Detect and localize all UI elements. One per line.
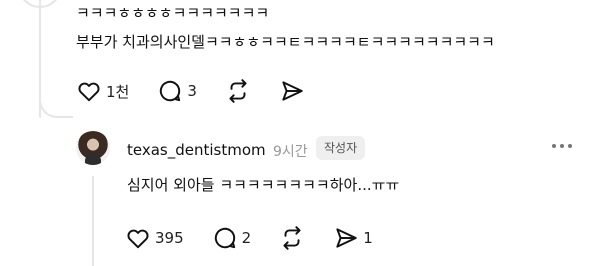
post-text-line-2: 부부가 치과의사인델ㅋㅋㅎㅎㅋㅋㅌㅋㅋㅋㅋㅌㅋㅋㅋㅋㅋㅋㅋㅋㅋ xyxy=(76,33,495,51)
send-icon xyxy=(333,225,359,251)
thread-connector xyxy=(18,0,62,8)
reply-text: 심지어 외아들 ㅋㅋㅋㅋㅋㅋㅋㅋ하아...ㅠㅠ xyxy=(127,176,400,194)
avatar[interactable] xyxy=(76,131,110,165)
heart-icon xyxy=(76,78,102,104)
author-badge: 작성자 xyxy=(316,136,366,160)
comment-icon xyxy=(212,225,238,251)
reply-actions: 395 2 1 xyxy=(125,225,401,251)
more-dots-icon[interactable] xyxy=(552,144,572,148)
share-button[interactable] xyxy=(279,78,305,104)
dot xyxy=(552,144,556,148)
like-count: 395 xyxy=(155,229,184,247)
reply-count: 2 xyxy=(241,229,252,247)
repost-icon xyxy=(225,78,251,104)
reply-thread-line xyxy=(92,176,94,266)
post-actions: 1천 3 xyxy=(76,78,333,104)
dot xyxy=(560,144,564,148)
repost-button[interactable] xyxy=(279,225,305,251)
dot xyxy=(568,144,572,148)
repost-icon xyxy=(279,225,305,251)
reply-button[interactable]: 3 xyxy=(157,78,197,104)
timestamp: 9시간 xyxy=(273,144,308,160)
username[interactable]: texas_dentistmom xyxy=(127,141,266,159)
reply-connector xyxy=(39,86,73,118)
like-button[interactable]: 395 xyxy=(125,225,184,251)
share-count: 1 xyxy=(363,229,373,247)
like-button[interactable]: 1천 xyxy=(76,78,129,104)
send-icon xyxy=(279,78,305,104)
heart-icon xyxy=(125,225,151,251)
repost-button[interactable] xyxy=(225,78,251,104)
post-text-line-1: ㅋㅋㅋㅎㅎㅎㅎㅋㅋㅋㅋㅋㅋㅋ xyxy=(76,4,270,22)
reply-button[interactable]: 2 xyxy=(212,225,252,251)
like-count: 1천 xyxy=(106,82,130,101)
share-button[interactable]: 1 xyxy=(333,225,373,251)
comment-icon xyxy=(157,78,183,104)
reply-count: 3 xyxy=(187,82,197,100)
